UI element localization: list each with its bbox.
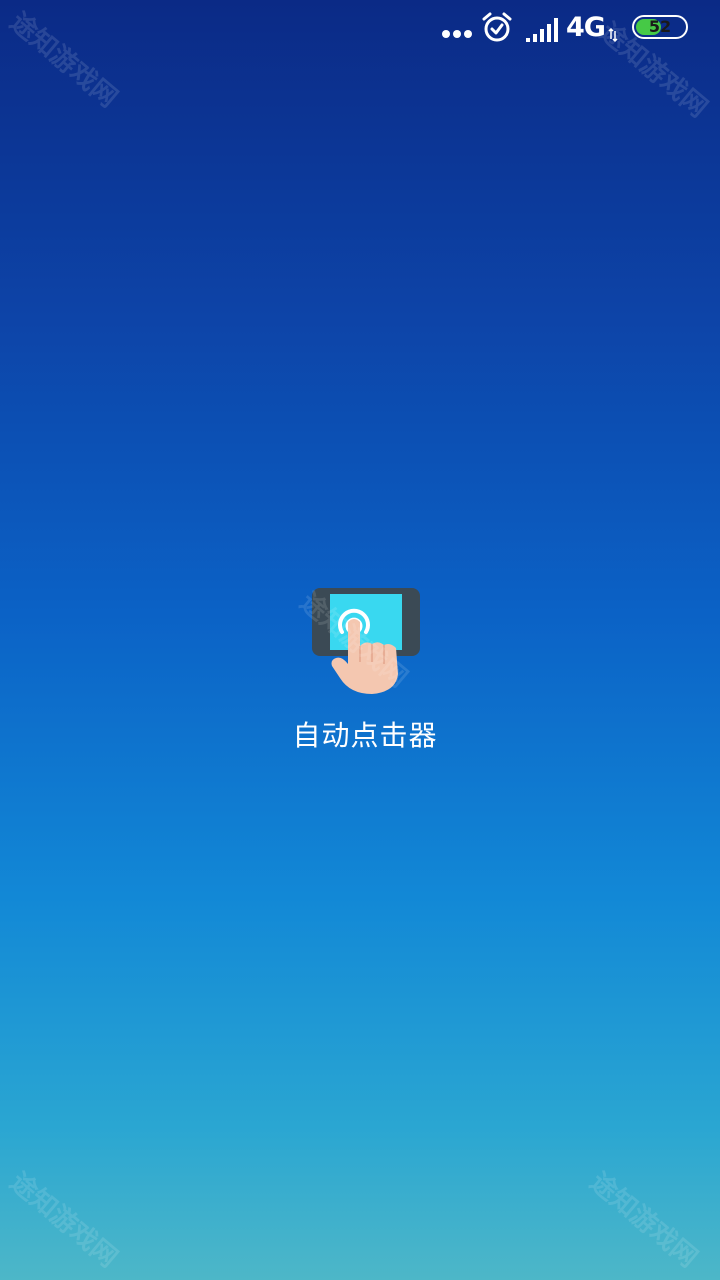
watermark: 途知游戏网 (3, 1167, 123, 1274)
more-dots-icon (442, 30, 472, 40)
signal-strength-icon (526, 18, 558, 42)
app-name-label[interactable]: 自动点击器 (220, 714, 510, 754)
alarm-icon (482, 12, 512, 42)
watermark: 途知游戏网 (583, 1167, 703, 1274)
